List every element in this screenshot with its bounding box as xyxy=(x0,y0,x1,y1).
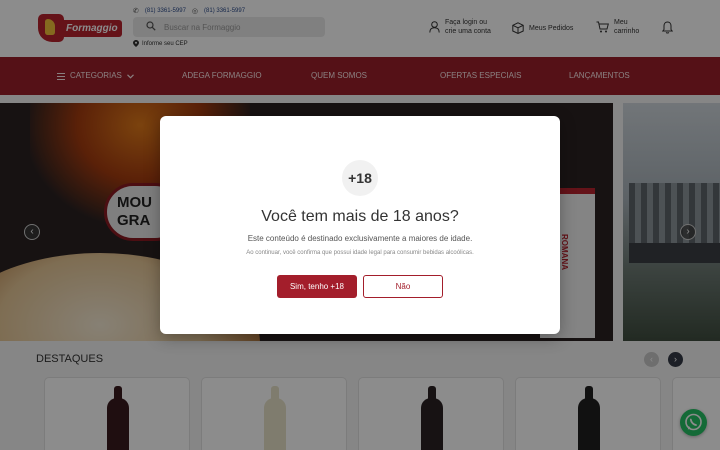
modal-description: Este conteúdo é destinado exclusivamente… xyxy=(247,234,473,243)
deny-age-button[interactable]: Não xyxy=(363,275,443,298)
modal-title: Você tem mais de 18 anos? xyxy=(261,208,459,225)
modal-disclaimer: Ao continuar, você confirma que possui i… xyxy=(246,250,474,256)
confirm-age-button[interactable]: Sim, tenho +18 xyxy=(277,275,357,298)
age-verification-modal: +18 Você tem mais de 18 anos? Este conte… xyxy=(160,116,560,334)
age-18-badge: +18 xyxy=(342,160,378,196)
